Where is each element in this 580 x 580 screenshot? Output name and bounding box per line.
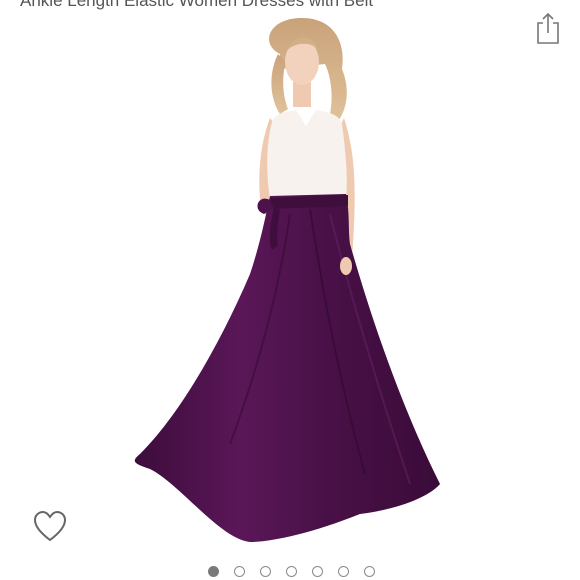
pagination-dot-1[interactable] [207,566,219,577]
favorite-button[interactable] [32,510,68,544]
product-title: Ankle Length Elastic Women Dresses with … [20,0,374,10]
share-button[interactable] [534,10,562,46]
pagination-dot-3[interactable] [259,566,271,577]
pagination-dot-5[interactable] [311,566,323,577]
pagination-dot-7[interactable] [363,566,375,577]
pagination-dot-6[interactable] [337,566,349,577]
share-icon [537,12,559,44]
title-bar: Ankle Length Elastic Women Dresses with … [0,0,580,14]
heart-outline-icon [33,510,67,542]
pagination-dot-2[interactable] [233,566,245,577]
product-image[interactable] [110,14,480,559]
image-pagination [0,566,580,580]
pagination-dot-4[interactable] [285,566,297,577]
